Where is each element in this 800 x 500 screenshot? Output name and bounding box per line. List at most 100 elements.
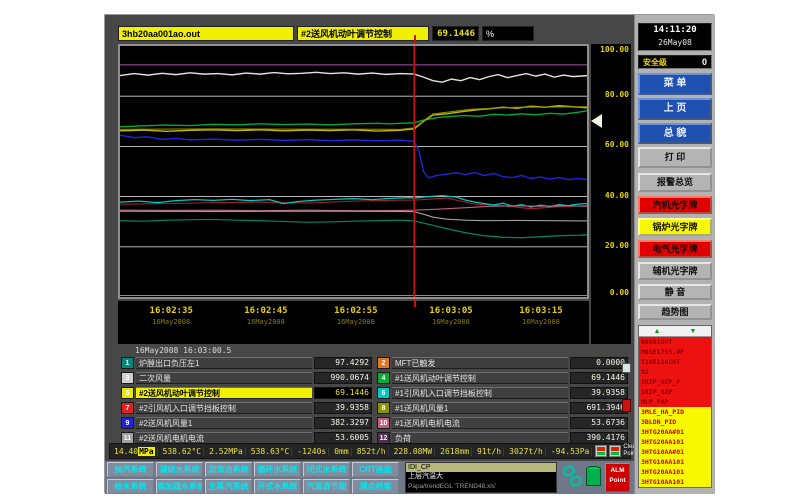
page-button-汽温调节图[interactable]: 汽温调节图 bbox=[303, 479, 350, 494]
legend-tag-name: #2送风机风量1 bbox=[136, 417, 312, 429]
page-button-开式水系统[interactable]: 开式水系统 bbox=[254, 479, 301, 494]
tag-item[interactable]: O2 bbox=[639, 367, 711, 377]
page-button-高加疏水系统[interactable]: 高加疏水系统 bbox=[156, 479, 203, 494]
status-value: 228.08MW bbox=[392, 447, 436, 456]
tag-scroll-down-icon[interactable]: ▼ bbox=[690, 328, 697, 335]
legend-row[interactable]: 2MFT已触发0.0000 bbox=[377, 356, 628, 369]
tag-item[interactable]: 3HTG10AA101 bbox=[639, 457, 711, 467]
legend-tag-name: 炉膛出口负压左1 bbox=[136, 357, 312, 369]
tag-item[interactable]: B8901BHT bbox=[639, 337, 711, 347]
link-icon[interactable] bbox=[562, 464, 584, 490]
legend-row[interactable]: 1炉膛出口负压左197.4292 bbox=[121, 356, 372, 369]
status-value: 852t/h bbox=[355, 447, 389, 456]
legend-swatch: 8 bbox=[377, 402, 390, 414]
tag-item[interactable]: M01E175S.#F bbox=[639, 347, 711, 357]
page-button-润滑油系统[interactable]: 润滑油系统 bbox=[205, 462, 252, 477]
indicator-led-icon[interactable] bbox=[609, 445, 621, 457]
sidebar-button-菜单[interactable]: 菜 单 bbox=[638, 73, 712, 95]
legend-swatch: 2 bbox=[377, 357, 390, 369]
legend-row[interactable]: 6#1引风机入口调节挡板控制39.9358 bbox=[377, 386, 628, 399]
legend-swatch: 9 bbox=[121, 417, 134, 429]
trend-series-#2送风机动叶调节控制 bbox=[120, 106, 587, 132]
page-button-CRT画面[interactable]: CRT画面 bbox=[352, 462, 399, 477]
selected-tag-field[interactable]: #2送风机动叶调节控制 bbox=[297, 26, 429, 41]
tag-item[interactable]: 3HTG10AA#01 bbox=[639, 447, 711, 457]
page-button-主蒸汽系统[interactable]: 主蒸汽系统 bbox=[205, 479, 252, 494]
console-title[interactable]: IDI_CP bbox=[406, 463, 556, 472]
indicator-led-icon[interactable] bbox=[595, 445, 607, 457]
legend-tag-name: #2送风机动叶调节控制 bbox=[136, 387, 312, 399]
value-marker-triangle[interactable] bbox=[591, 114, 602, 128]
page-button-抽汽系统[interactable]: 抽汽系统 bbox=[107, 462, 154, 477]
sidebar-button-锅炉光字牌[interactable]: 锅炉光字牌 bbox=[638, 218, 712, 236]
tag-item[interactable]: T18E12ACHT bbox=[639, 357, 711, 367]
x-tick-date: 16May2008 bbox=[244, 318, 287, 326]
x-tick: 16:02:3516May2008 bbox=[150, 306, 193, 326]
dcs-trend-window: 3hb20aa001ao.out #2送风机动叶调节控制 69.1446 % 1… bbox=[104, 14, 714, 493]
legend-row[interactable]: 4#1送风机动叶调节控制69.1446 bbox=[377, 371, 628, 384]
page-button-给水系统[interactable]: 给水系统 bbox=[107, 479, 154, 494]
legend-row[interactable]: 5#2送风机动叶调节控制69.1446 bbox=[121, 386, 372, 399]
side-mini-button-light[interactable] bbox=[622, 363, 631, 373]
tag-item[interactable]: MLP_PAP bbox=[639, 397, 711, 407]
sidebar-button-报警总览[interactable]: 报警总览 bbox=[638, 173, 712, 192]
legend-tag-value: 39.9358 bbox=[314, 402, 372, 414]
status-unit-chip: MPa bbox=[138, 447, 154, 456]
tag-item[interactable]: 3BLDN_PID bbox=[639, 417, 711, 427]
trend-cursor-extension[interactable] bbox=[414, 300, 416, 307]
sidebar-button-汽机光字牌[interactable]: 汽机光字牌 bbox=[638, 196, 712, 214]
console-message: 上层汽温大 bbox=[406, 472, 556, 482]
database-icon[interactable] bbox=[586, 466, 601, 488]
legend-swatch: 1 bbox=[121, 357, 134, 369]
legend-tag-name: #2送风机电机电流 bbox=[136, 432, 312, 444]
tag-item[interactable]: 3MLE_HA_PID bbox=[639, 407, 711, 417]
tag-list: ▲ ▼ B8901BHTM01E175S.#FT18E12ACHTO21KIP_… bbox=[638, 325, 712, 488]
trend-cursor-extension[interactable] bbox=[414, 35, 416, 44]
sidebar-button-趋势图[interactable]: 趋势图 bbox=[638, 304, 712, 320]
legend-row[interactable]: 9#2送风机风量1382.3297 bbox=[121, 416, 372, 429]
legend-tag-value: 39.9358 bbox=[570, 387, 628, 399]
status-value: 91t/h bbox=[475, 447, 504, 456]
legend-row[interactable]: 8#1送风机风量1691.3946 bbox=[377, 401, 628, 414]
status-value: -1240s bbox=[295, 447, 329, 456]
tag-item[interactable]: 3HTG10AA101 bbox=[639, 477, 711, 487]
trend-header: 3hb20aa001ao.out #2送风机动叶调节控制 69.1446 % bbox=[118, 26, 534, 41]
sidebar-button-打印[interactable]: 打 印 bbox=[638, 147, 712, 168]
page-button-循环水系统[interactable]: 循环水系统 bbox=[254, 462, 301, 477]
sidebar-button-辅机光字牌[interactable]: 辅机光字牌 bbox=[638, 262, 712, 280]
legend-row[interactable]: 10#1送风机电机电流53.6736 bbox=[377, 416, 628, 429]
trend-file-field[interactable]: 3hb20aa001ao.out bbox=[118, 26, 294, 41]
legend-row[interactable]: 7#2引风机入口调节挡板控制39.9358 bbox=[121, 401, 372, 414]
page-button-测点档案[interactable]: 测点档案 bbox=[352, 479, 399, 494]
legend-swatch: 3 bbox=[121, 372, 134, 384]
clock-display: 14:11:20 26May08 bbox=[638, 23, 712, 51]
alarm-point-button[interactable]: ALM Point bbox=[605, 463, 630, 492]
side-mini-button-red[interactable] bbox=[622, 399, 631, 412]
legend-swatch: 7 bbox=[121, 402, 134, 414]
page-button-闭式水系统[interactable]: 闭式水系统 bbox=[303, 462, 350, 477]
sidebar-button-静音[interactable]: 静 音 bbox=[638, 284, 712, 300]
legend-row[interactable]: 3二次风量990.0674 bbox=[121, 371, 372, 384]
led-red bbox=[597, 447, 605, 451]
tag-item[interactable]: 1KIP_GZP_F bbox=[639, 377, 711, 387]
legend-tag-value: 53.6736 bbox=[570, 417, 628, 429]
console-detail: Papa/trendEGL 'TREND48.xls' bbox=[406, 482, 556, 491]
tag-item[interactable]: 1KIP_GZP bbox=[639, 387, 711, 397]
sidebar-button-电气光字牌[interactable]: 电气光字牌 bbox=[638, 240, 712, 258]
tag-item[interactable]: 3HTG20AA#01 bbox=[639, 427, 711, 437]
sidebar-button-上页[interactable]: 上 页 bbox=[638, 98, 712, 120]
database-icon-body bbox=[586, 469, 601, 486]
tag-item[interactable]: 3HTG20AA101 bbox=[639, 437, 711, 447]
sidebar-button-总貌[interactable]: 总 貌 bbox=[638, 123, 712, 144]
tag-scroll-up-icon[interactable]: ▲ bbox=[654, 328, 661, 335]
y-axis: 100.0080.0060.0040.0020.000.00 bbox=[591, 44, 631, 344]
bottom-toolbar: 抽汽系统凝结水系统润滑油系统循环水系统闭式水系统CRT画面给水系统高加疏水系统主… bbox=[105, 461, 634, 494]
y-tick-label: 40.00 bbox=[605, 191, 629, 200]
page-button-凝结水系统[interactable]: 凝结水系统 bbox=[156, 462, 203, 477]
tag-item[interactable]: 3HTG20AA101 bbox=[639, 467, 711, 477]
security-value: 0 bbox=[702, 57, 707, 67]
trend-plot[interactable] bbox=[118, 44, 589, 299]
selected-tag-value: 69.1446 bbox=[432, 26, 479, 41]
x-tick-time: 16:02:55 bbox=[334, 306, 377, 316]
screenshot-page: 3hb20aa001ao.out #2送风机动叶调节控制 69.1446 % 1… bbox=[0, 0, 800, 500]
